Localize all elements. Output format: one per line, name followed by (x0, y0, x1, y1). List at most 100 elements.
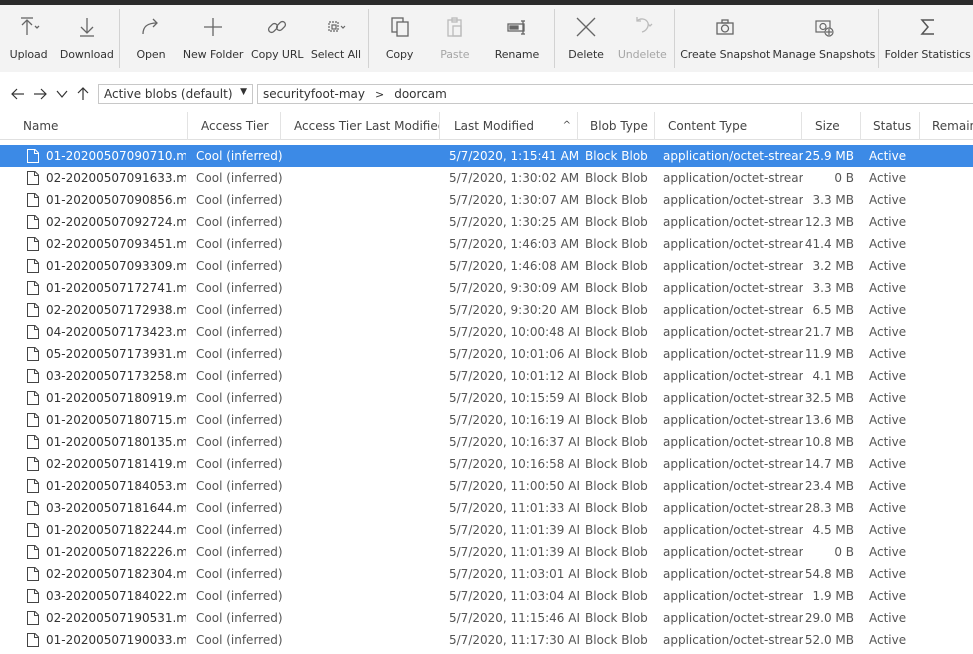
path-breadcrumb[interactable]: securityfoot-may > doorcam (257, 84, 973, 104)
blob-type: Block Blob (585, 325, 648, 339)
size: 28.3 MB (804, 501, 854, 515)
upload-button[interactable]: Upload (0, 5, 57, 72)
blob-view-select[interactable]: Active blobs (default) ▼ (98, 84, 253, 104)
access-tier: Cool (inferred) (196, 589, 283, 603)
column-header-blob-type[interactable]: Blob Type (582, 112, 655, 140)
blob-type: Block Blob (585, 435, 648, 449)
column-header-name[interactable]: Name (15, 112, 188, 140)
paste-button[interactable]: Paste (427, 5, 482, 72)
blob-name: 01-20200507093309.mkv (46, 259, 186, 273)
table-row[interactable]: 01-20200507182244.mkv Cool (inferred) 5/… (0, 519, 973, 541)
table-row[interactable]: 01-20200507093309.mkv Cool (inferred) 5/… (0, 255, 973, 277)
table-row[interactable]: 01-20200507172741.mkv Cool (inferred) 5/… (0, 277, 973, 299)
size: 0 B (834, 545, 854, 559)
forward-icon[interactable] (30, 84, 50, 104)
create-snapshot-button[interactable]: Create Snapshot (678, 5, 773, 72)
status: Active (869, 413, 907, 427)
file-icon (27, 589, 39, 603)
back-icon[interactable] (8, 84, 28, 104)
table-row[interactable]: 02-20200507172938.mkv Cool (inferred) 5/… (0, 299, 973, 321)
open-icon (137, 15, 165, 39)
table-row[interactable]: 01-20200507180715.mkv Cool (inferred) 5/… (0, 409, 973, 431)
status: Active (869, 325, 907, 339)
content-type: application/octet-stream (663, 567, 803, 581)
table-row-selected[interactable]: 01-20200507090710.mkv Cool (inferred) 5/… (0, 145, 973, 167)
column-header-size[interactable]: Size (807, 112, 861, 140)
breadcrumb-container[interactable]: securityfoot-may (263, 87, 365, 101)
size: 54.8 MB (804, 567, 854, 581)
breadcrumb-folder[interactable]: doorcam (394, 87, 447, 101)
column-header-last-modified[interactable]: Last Modified ^ (446, 112, 578, 140)
table-row[interactable]: 03-20200507184022.mkv Cool (inferred) 5/… (0, 585, 973, 607)
select-all-button[interactable]: Select All (307, 5, 365, 72)
file-icon (27, 611, 39, 625)
status: Active (869, 523, 907, 537)
table-row[interactable]: 02-20200507181419.mkv Cool (inferred) 5/… (0, 453, 973, 475)
access-tier: Cool (inferred) (196, 479, 283, 493)
open-button[interactable]: Open (123, 5, 178, 72)
last-modified: 5/7/2020, 10:01:06 AM (449, 347, 579, 361)
content-type: application/octet-stream (663, 303, 803, 317)
access-tier: Cool (inferred) (196, 281, 283, 295)
blob-type: Block Blob (585, 369, 648, 383)
blob-type: Block Blob (585, 259, 648, 273)
new-folder-button[interactable]: New Folder (179, 5, 248, 72)
delete-button[interactable]: Delete (558, 5, 613, 72)
download-button[interactable]: Download (57, 5, 116, 72)
table-row[interactable]: 03-20200507173258.mkv Cool (inferred) 5/… (0, 365, 973, 387)
last-modified: 5/7/2020, 9:30:20 AM (449, 303, 579, 317)
last-modified: 5/7/2020, 11:03:01 AM (449, 567, 579, 581)
last-modified: 5/7/2020, 1:30:02 AM (449, 171, 579, 185)
column-header-remaining[interactable]: Remain (924, 112, 973, 140)
table-row[interactable]: 04-20200507173423.mkv Cool (inferred) 5/… (0, 321, 973, 343)
manage-snapshots-button[interactable]: Manage Snapshots (773, 5, 875, 72)
last-modified: 5/7/2020, 11:01:33 AM (449, 501, 579, 515)
content-type: application/octet-stream (663, 369, 803, 383)
copy-url-button[interactable]: Copy URL (248, 5, 307, 72)
table-row[interactable]: 01-20200507180919.mkv Cool (inferred) 5/… (0, 387, 973, 409)
blob-name: 01-20200507180919.mkv (46, 391, 186, 405)
table-row[interactable]: 01-20200507190033.mkv Cool (inferred) 5/… (0, 629, 973, 651)
table-row[interactable]: 01-20200507184053.mkv Cool (inferred) 5/… (0, 475, 973, 497)
access-tier: Cool (inferred) (196, 633, 283, 647)
undelete-button[interactable]: Undelete (614, 5, 671, 72)
last-modified: 5/7/2020, 10:15:59 AM (449, 391, 579, 405)
content-type: application/octet-stream (663, 215, 803, 229)
table-row[interactable]: 01-20200507090856.mkv Cool (inferred) 5/… (0, 189, 973, 211)
size: 10.8 MB (804, 435, 854, 449)
column-header-content-type[interactable]: Content Type (660, 112, 802, 140)
table-row[interactable]: 02-20200507091633.mkv Cool (inferred) 5/… (0, 167, 973, 189)
table-row[interactable]: 01-20200507180135.mkv Cool (inferred) 5/… (0, 431, 973, 453)
rename-button[interactable]: Rename (482, 5, 551, 72)
table-row[interactable]: 01-20200507182226.mkv Cool (inferred) 5/… (0, 541, 973, 563)
chevron-down-icon[interactable] (52, 84, 72, 104)
access-tier: Cool (inferred) (196, 501, 283, 515)
last-modified: 5/7/2020, 10:16:58 AM (449, 457, 579, 471)
column-header-status[interactable]: Status (865, 112, 920, 140)
size: 3.2 MB (812, 259, 854, 273)
blob-name: 02-20200507190531.mkv (46, 611, 186, 625)
blob-name: 01-20200507172741.mkv (46, 281, 186, 295)
size: 4.5 MB (812, 523, 854, 537)
table-row[interactable]: 02-20200507190531.mkv Cool (inferred) 5/… (0, 607, 973, 629)
content-type: application/octet-stream (663, 325, 803, 339)
copy-button[interactable]: Copy (372, 5, 427, 72)
blob-type: Block Blob (585, 589, 648, 603)
file-icon (27, 149, 39, 163)
up-icon[interactable] (73, 84, 93, 104)
last-modified: 5/7/2020, 11:01:39 AM (449, 545, 579, 559)
last-modified-label: Last Modified (454, 119, 535, 133)
blob-type: Block Blob (585, 281, 648, 295)
column-header-access-tier[interactable]: Access Tier (193, 112, 281, 140)
content-type: application/octet-stream (663, 633, 803, 647)
blob-type: Block Blob (585, 391, 648, 405)
size: 3.3 MB (812, 281, 854, 295)
column-header-access-tier-last-modified[interactable]: Access Tier Last Modified (286, 112, 440, 140)
folder-statistics-button[interactable]: Folder Statistics (882, 5, 973, 72)
table-row[interactable]: 02-20200507092724.mkv Cool (inferred) 5/… (0, 211, 973, 233)
table-row[interactable]: 02-20200507182304.mkv Cool (inferred) 5/… (0, 563, 973, 585)
table-row[interactable]: 05-20200507173931.mkv Cool (inferred) 5/… (0, 343, 973, 365)
status: Active (869, 457, 907, 471)
table-row[interactable]: 02-20200507093451.mkv Cool (inferred) 5/… (0, 233, 973, 255)
table-row[interactable]: 03-20200507181644.mkv Cool (inferred) 5/… (0, 497, 973, 519)
